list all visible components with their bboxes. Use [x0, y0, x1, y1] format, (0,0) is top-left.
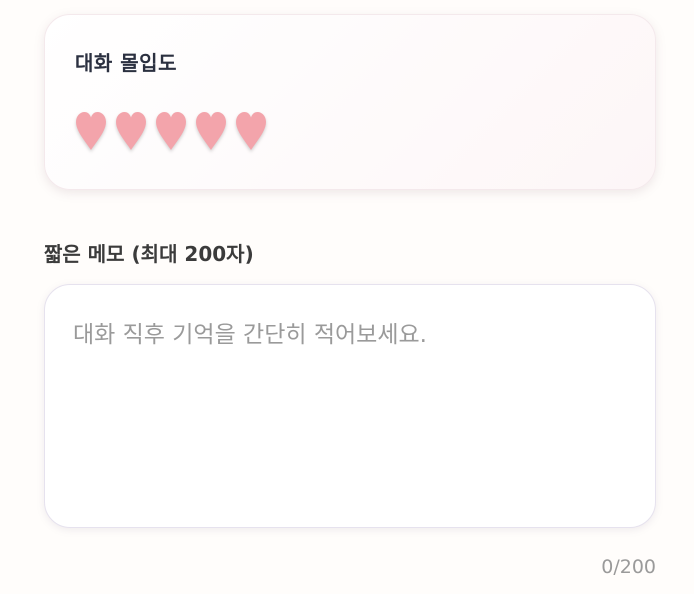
character-counter: 0/200: [601, 556, 656, 578]
heart-rating[interactable]: [74, 111, 268, 151]
immersion-rating-title: 대화 몰입도: [75, 51, 177, 75]
heart-icon[interactable]: [154, 111, 188, 151]
heart-icon[interactable]: [114, 111, 148, 151]
heart-icon[interactable]: [74, 111, 108, 151]
heart-icon[interactable]: [234, 111, 268, 151]
memo-textarea[interactable]: [44, 284, 656, 528]
heart-icon[interactable]: [194, 111, 228, 151]
memo-label: 짧은 메모 (최대 200자): [44, 242, 254, 266]
immersion-rating-card: 대화 몰입도: [44, 14, 656, 190]
